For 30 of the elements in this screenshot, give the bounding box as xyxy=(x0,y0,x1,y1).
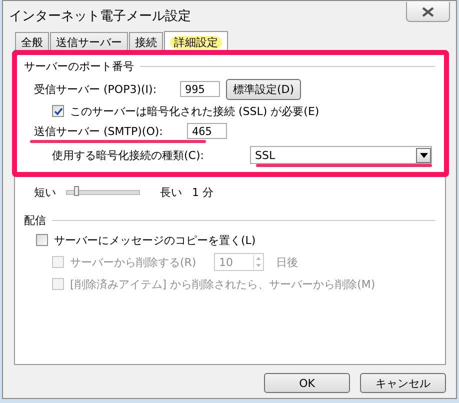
outgoing-port-field[interactable]: 465 xyxy=(187,123,227,139)
tab[interactable]: 送信サーバー xyxy=(50,32,128,50)
tab[interactable]: 全般 xyxy=(15,32,49,50)
window-title: インターネット電子メール設定 xyxy=(9,8,191,25)
incoming-port-field[interactable]: 995 xyxy=(180,81,220,97)
encryption-dropdown[interactable]: SSL xyxy=(250,146,432,164)
ssl-label: このサーバーは暗号化された接続 (SSL) が必要(E) xyxy=(70,104,320,118)
section-title: サーバーのポート番号 xyxy=(24,58,134,74)
short-label: 短い xyxy=(34,184,56,200)
close-button[interactable] xyxy=(406,2,450,22)
keep-copy-checkbox[interactable] xyxy=(36,234,48,246)
incoming-server-label: 受信サーバー (POP3)(I): xyxy=(34,82,158,96)
spin-arrows-icon xyxy=(254,255,263,269)
outgoing-server-label: 送信サーバー (SMTP)(O): xyxy=(34,124,164,138)
keep-copy-label: サーバーにメッセージのコピーを置く(L) xyxy=(54,232,256,248)
section-title: 配信 xyxy=(24,212,46,228)
close-icon xyxy=(422,6,434,16)
remove-deleted-label: [削除済みアイテム] から削除されたら、サーバーから削除(M) xyxy=(70,276,376,292)
long-label: 長い xyxy=(160,184,182,200)
tab[interactable]: 接続 xyxy=(129,32,163,50)
encryption-type-label: 使用する暗号化接続の種類(C): xyxy=(52,148,205,162)
ssl-checkbox[interactable] xyxy=(52,105,64,117)
cancel-button[interactable]: キャンセル xyxy=(360,373,446,393)
default-settings-button[interactable]: 標準設定(D) xyxy=(226,78,302,100)
ok-button[interactable]: OK xyxy=(264,373,350,393)
timeout-value: 1 分 xyxy=(192,184,214,200)
tab[interactable]: 詳細設定 xyxy=(164,31,228,51)
dropdown-arrow-icon xyxy=(420,152,428,158)
remove-after-label: サーバーから削除する(R) xyxy=(70,254,198,270)
days-suffix: 日後 xyxy=(276,254,298,270)
